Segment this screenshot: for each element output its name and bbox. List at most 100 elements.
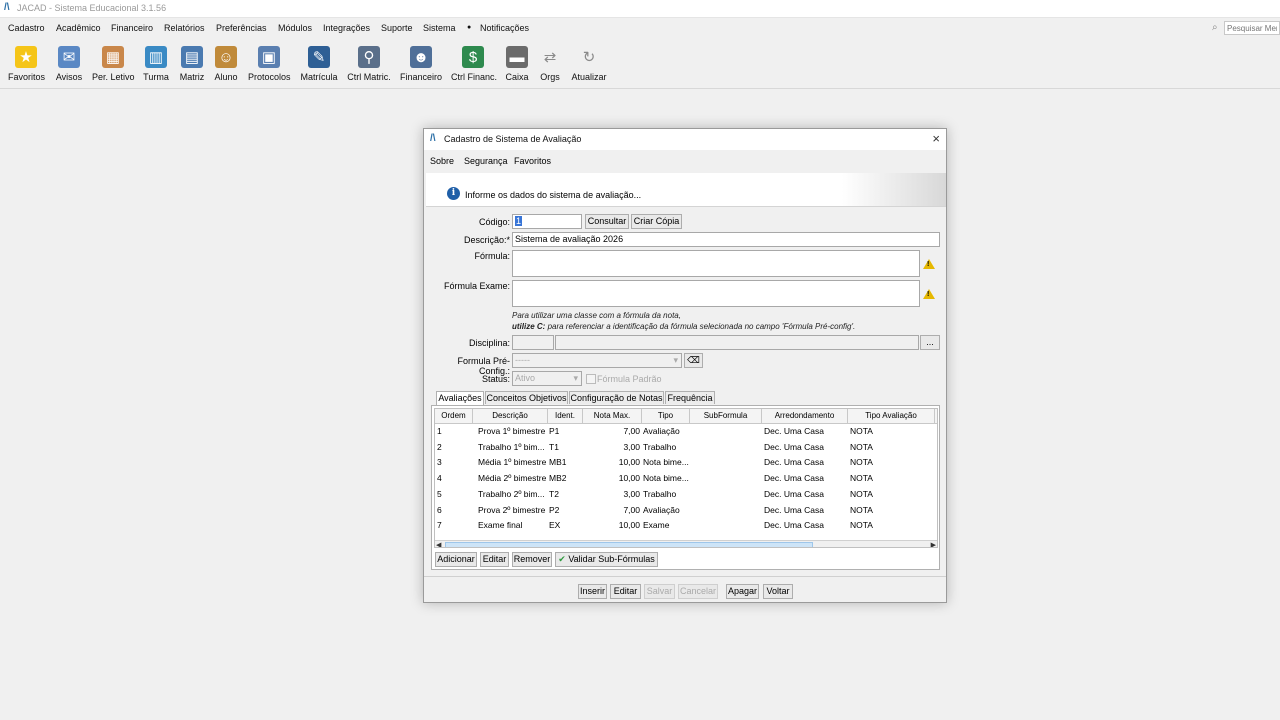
column-arredondamento[interactable]: Arredondamento <box>762 409 848 423</box>
scrollbar-thumb[interactable] <box>445 542 813 547</box>
menu-suporte[interactable]: Suporte <box>381 23 413 33</box>
dialog-menu-favoritos[interactable]: Favoritos <box>514 156 551 166</box>
table-row[interactable]: 2 Trabalho 1º bim... T1 3,00 Trabalho Dec. Um… <box>435 440 937 455</box>
tab-frequencia[interactable]: Frequência <box>665 391 715 404</box>
toolbar-aluno[interactable]: ☺ Aluno <box>213 46 239 82</box>
horizontal-scrollbar[interactable]: ◀ ▶ <box>435 540 937 547</box>
table-row[interactable]: 7 Exame final EX 10,00 Exame Dec. Uma Casa NOT… <box>435 518 937 533</box>
close-icon[interactable]: × <box>932 131 940 146</box>
column-subformula[interactable]: SubFormula <box>690 409 762 423</box>
criar-copia-button[interactable]: Criar Cópia <box>631 214 682 229</box>
toolbar-protocolos[interactable]: ▣ Protocolos <box>248 46 291 82</box>
preconfig-select[interactable]: ----- ▾ <box>512 353 682 368</box>
matrix-icon: ▤ <box>181 46 203 68</box>
hint-line-1: Para utilizar uma classe com a fórmula d… <box>512 311 681 320</box>
formula-padrao-label: Fórmula Padrão <box>597 374 662 384</box>
toolbar-caixa[interactable]: ▬ Caixa <box>505 46 529 82</box>
toolbar-favoritos[interactable]: ★ Favoritos <box>8 46 45 82</box>
menu-preferencias[interactable]: Preferências <box>216 23 267 33</box>
tab-configuracao-notas[interactable]: Configuração de Notas <box>569 391 664 404</box>
table-cell: Prova 2º bimestre <box>478 504 546 515</box>
table-cell: 3 <box>437 457 442 468</box>
scroll-right-icon[interactable]: ▶ <box>931 541 936 547</box>
table-row[interactable]: 6 Prova 2º bimestre P2 7,00 Avaliação Dec. Um… <box>435 503 937 518</box>
avaliacoes-panel: Ordem Descrição Ident. Nota Max. Tipo Su… <box>431 405 940 570</box>
toolbar-per-letivo[interactable]: ▦ Per. Letivo <box>92 46 135 82</box>
tab-conceitos-objetivos[interactable]: Conceitos Objetivos <box>485 391 568 404</box>
formula-padrao-checkbox[interactable] <box>586 374 596 384</box>
menu-notificacoes[interactable]: Notificações <box>480 23 529 33</box>
codigo-field[interactable]: 1 <box>512 214 582 229</box>
table-row[interactable]: 4 Média 2º bimestre MB2 10,00 Nota bime... De… <box>435 471 937 486</box>
editar-row-button[interactable]: Editar <box>480 552 509 567</box>
scroll-left-icon[interactable]: ◀ <box>436 541 441 547</box>
toolbar-turma[interactable]: ▥ Turma <box>143 46 169 82</box>
tab-avaliacoes[interactable]: Avaliações <box>436 391 484 405</box>
main-toolbar: ★ Favoritos ✉ Avisos ▦ Per. Letivo ▥ Turma ▤… <box>0 40 1280 89</box>
table-row[interactable]: 3 Média 1º bimestre MB1 10,00 Nota bime... De… <box>435 455 937 470</box>
table-cell: Nota bime... <box>643 473 689 484</box>
toolbar-atualizar[interactable]: ↻ Atualizar <box>571 46 607 82</box>
table-cell: T1 <box>549 441 559 452</box>
toolbar-orgs[interactable]: ⇄ Orgs <box>538 46 562 82</box>
column-tipo[interactable]: Tipo <box>642 409 690 423</box>
menu-financeiro[interactable]: Financeiro <box>111 23 153 33</box>
menu-cadastro[interactable]: Cadastro <box>8 23 45 33</box>
table-cell: 10,00 <box>618 473 640 484</box>
table-cell <box>691 424 761 439</box>
codigo-label: Código: <box>478 217 510 227</box>
voltar-button[interactable]: Voltar <box>763 584 793 599</box>
formula-exame-field[interactable] <box>512 280 920 307</box>
eraser-button[interactable]: ⌫ <box>684 353 703 368</box>
toolbar-ctrl-matric[interactable]: ⚲ Ctrl Matric. <box>347 46 391 82</box>
dialog-menubar: Sobre Segurança Favoritos <box>424 151 946 171</box>
toolbar-matriz[interactable]: ▤ Matriz <box>179 46 205 82</box>
table-cell: NOTA <box>850 504 873 515</box>
column-tipo-avaliacao[interactable]: Tipo Avaliação <box>848 409 935 423</box>
column-ordem[interactable]: Ordem <box>435 409 473 423</box>
apagar-button[interactable]: Apagar <box>726 584 759 599</box>
search-menu-input[interactable] <box>1224 21 1280 35</box>
consultar-button[interactable]: Consultar <box>585 214 629 229</box>
dialog-menu-sobre[interactable]: Sobre <box>430 156 454 166</box>
menu-modulos[interactable]: Módulos <box>278 23 312 33</box>
disciplina-name-field[interactable] <box>555 335 919 350</box>
disciplina-code-field[interactable] <box>512 335 554 350</box>
disciplina-search-button[interactable]: ... <box>920 335 940 350</box>
column-nota-max[interactable]: Nota Max. <box>583 409 642 423</box>
banner-text: Informe os dados do sistema de avaliação… <box>465 190 642 200</box>
column-ident[interactable]: Ident. <box>548 409 583 423</box>
table-row[interactable]: 1 Prova 1º bimestre P1 7,00 Avaliação Dec. Um… <box>435 424 937 439</box>
table-cell: Trabalho 2º bim... <box>478 488 545 499</box>
menu-academico[interactable]: Acadêmico <box>56 23 101 33</box>
table-cell: Dec. Uma Casa <box>764 426 824 436</box>
remover-button[interactable]: Remover <box>512 552 552 567</box>
inserir-button[interactable]: Inserir <box>578 584 607 599</box>
table-cell: Média 1º bimestre <box>478 457 547 468</box>
dialog-menu-seguranca[interactable]: Segurança <box>464 156 508 166</box>
editar-button[interactable]: Editar <box>610 584 641 599</box>
descricao-field[interactable]: Sistema de avaliação 2026 <box>512 232 940 247</box>
column-descricao[interactable]: Descrição <box>473 409 548 423</box>
toolbar-financeiro[interactable]: ☻ Financeiro <box>400 46 442 82</box>
table-cell <box>691 518 761 533</box>
table-row[interactable]: 5 Trabalho 2º bim... T2 3,00 Trabalho Dec. Um… <box>435 487 937 502</box>
cancelar-button[interactable]: Cancelar <box>678 584 718 599</box>
toolbar-ctrl-financ[interactable]: $ Ctrl Financ. <box>451 46 497 82</box>
salvar-button[interactable]: Salvar <box>644 584 675 599</box>
menu-relatorios[interactable]: Relatórios <box>164 23 205 33</box>
status-select[interactable]: Ativo ▾ <box>512 371 582 386</box>
formula-field[interactable] <box>512 250 920 277</box>
adicionar-button[interactable]: Adicionar <box>435 552 477 567</box>
table-cell: Dec. Uma Casa <box>764 441 824 452</box>
toolbar-matricula[interactable]: ✎ Matrícula <box>300 46 338 82</box>
table-cell: Avaliação <box>643 426 680 436</box>
validar-subformulas-button[interactable]: ✔ Validar Sub-Fórmulas <box>555 552 658 567</box>
toolbar-avisos[interactable]: ✉ Avisos <box>55 46 83 82</box>
app-logo-icon: /\ <box>4 2 10 13</box>
search-icon: ⌕ <box>1212 22 1218 33</box>
table-cell: 7 <box>437 520 442 531</box>
menu-sistema[interactable]: Sistema <box>423 23 456 33</box>
dialog-logo-icon: /\ <box>430 133 436 144</box>
menu-integracoes[interactable]: Integrações <box>323 23 370 33</box>
